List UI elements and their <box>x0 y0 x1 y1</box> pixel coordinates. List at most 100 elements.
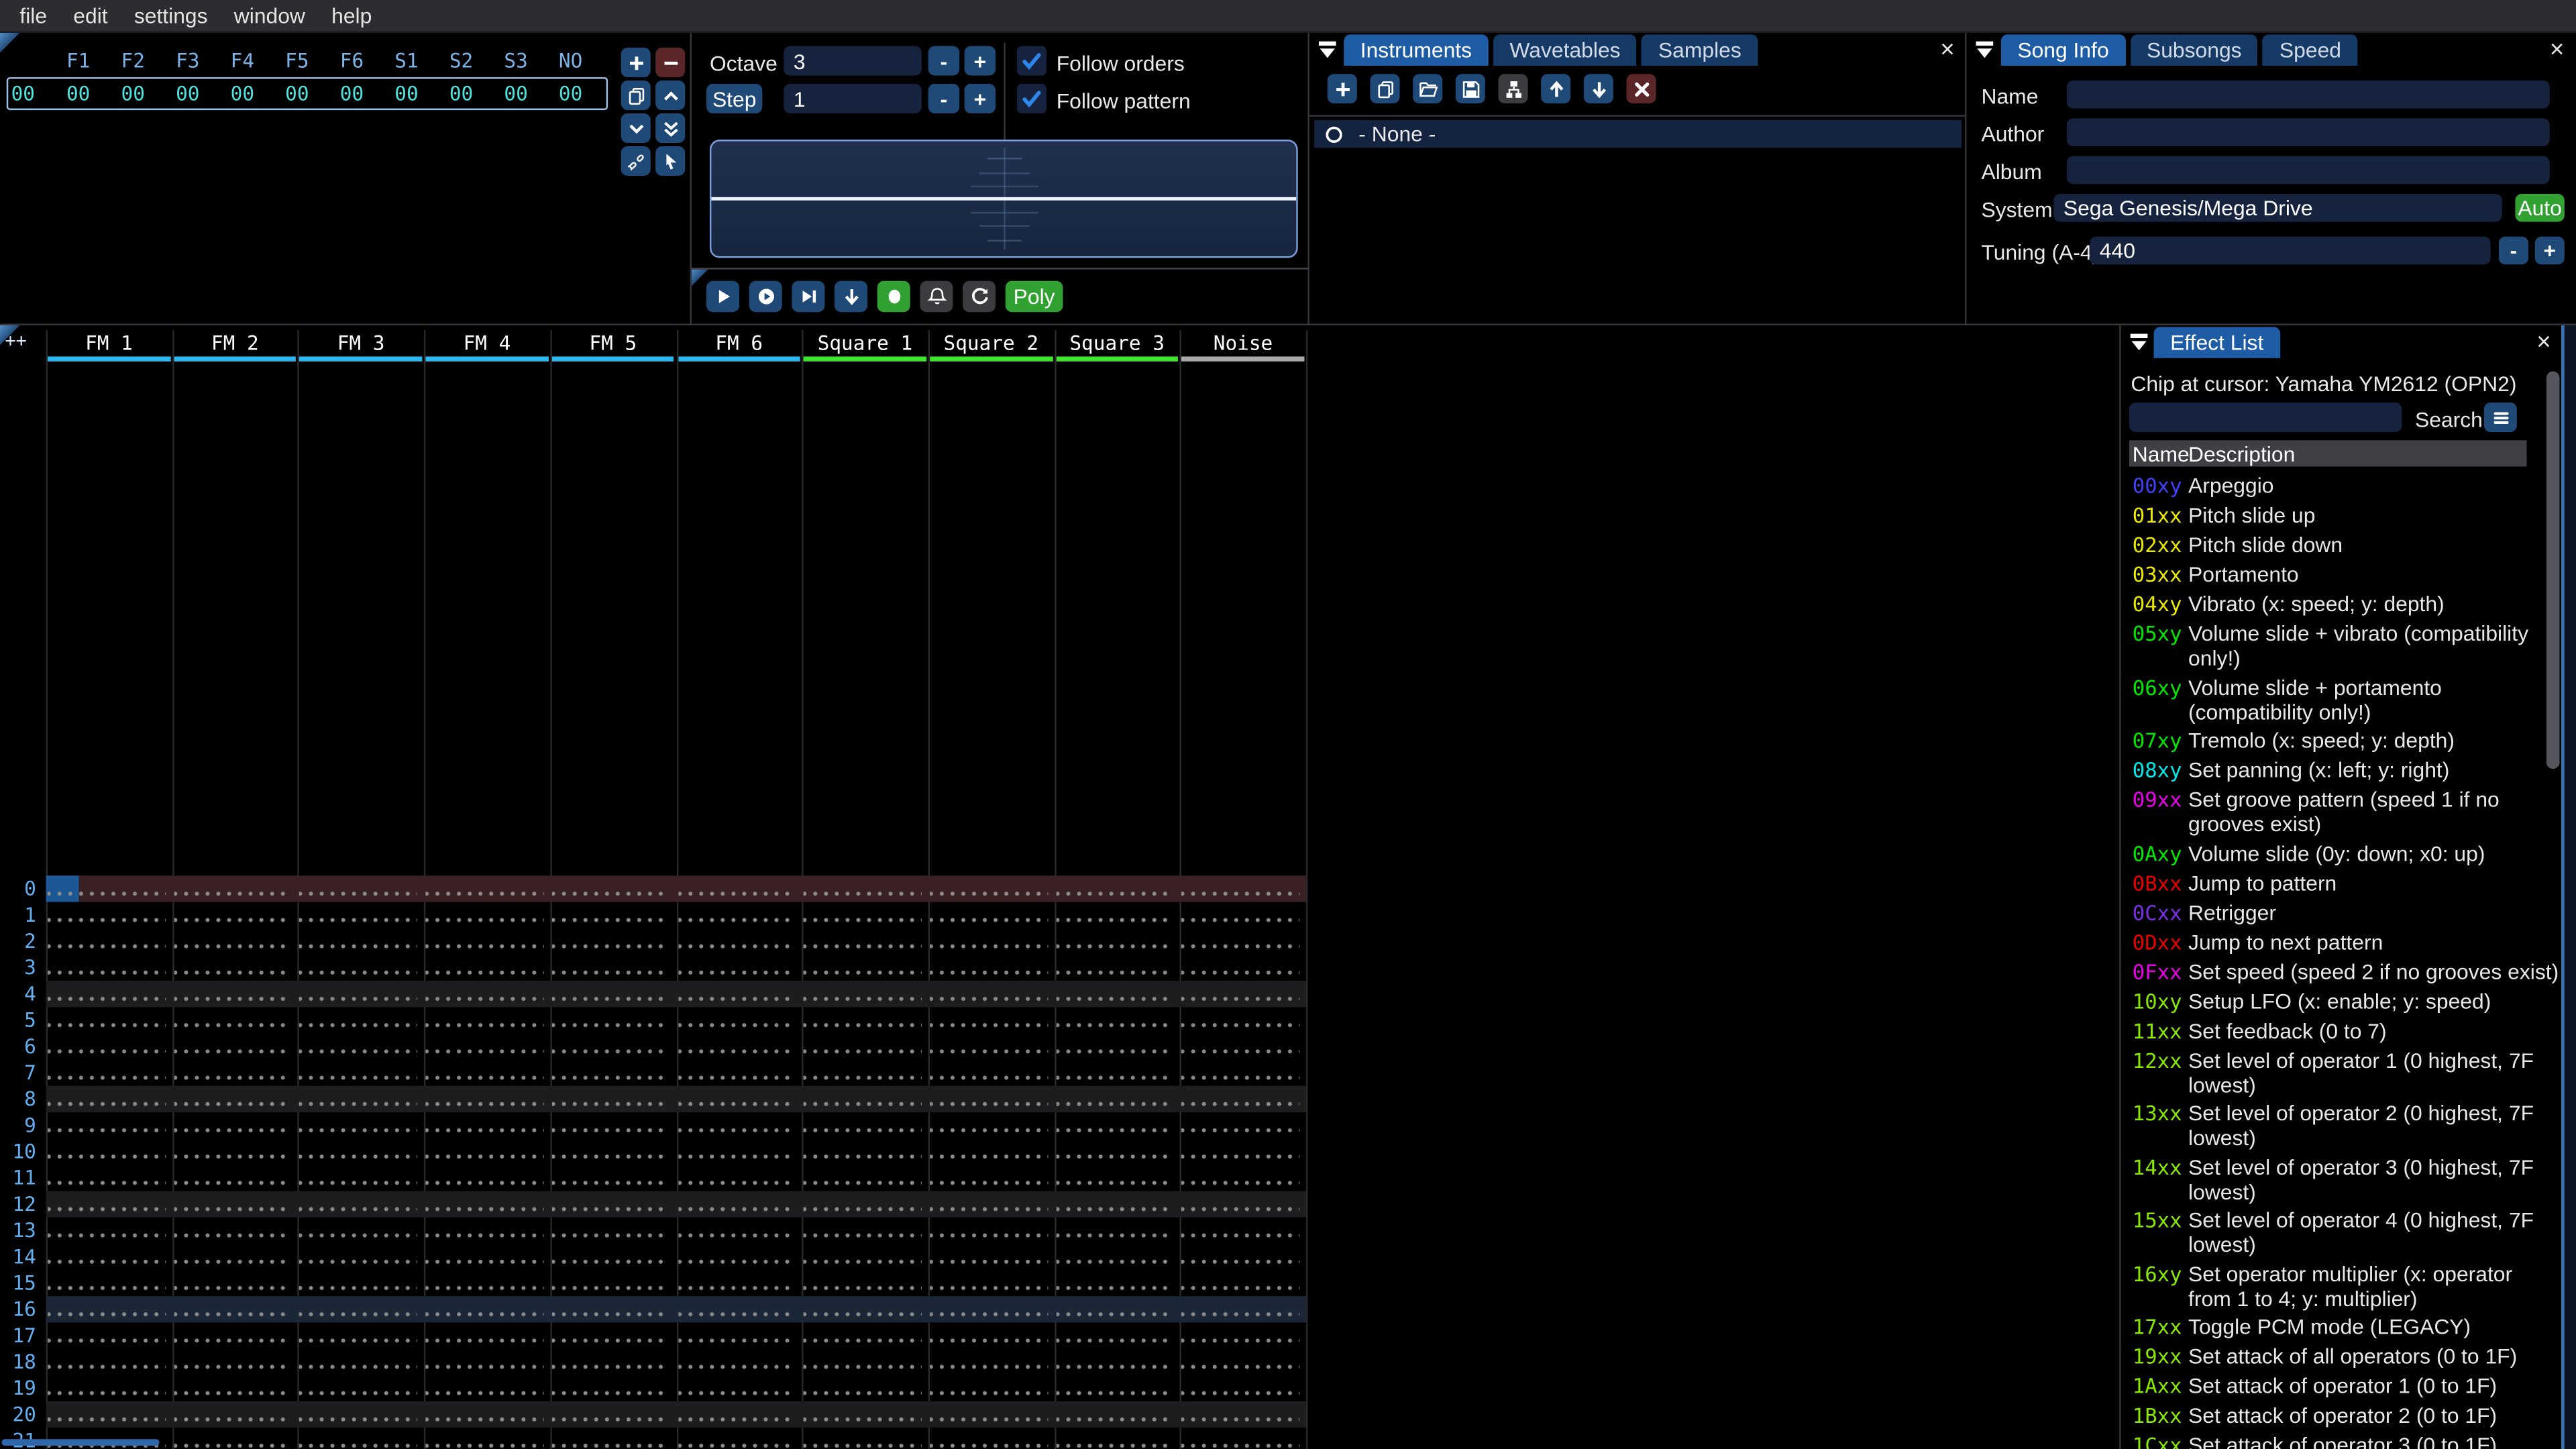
pattern-cell[interactable] <box>551 1375 669 1401</box>
menu-item-help[interactable]: help <box>319 0 385 32</box>
instrument-move-down-button[interactable] <box>1583 74 1613 104</box>
pattern-cell[interactable] <box>551 1428 669 1449</box>
close-icon[interactable]: × <box>2536 330 2551 355</box>
pattern-cell[interactable] <box>48 1085 166 1112</box>
tab-speed[interactable]: Speed <box>2263 34 2358 66</box>
pattern-row[interactable] <box>46 1322 1306 1349</box>
pattern-cell[interactable] <box>299 1428 418 1449</box>
pattern-cell[interactable] <box>551 1191 669 1218</box>
pattern-cell[interactable] <box>1055 1138 1174 1165</box>
edit-record-button[interactable] <box>877 280 910 313</box>
pattern-cell[interactable] <box>678 902 796 928</box>
pattern-row[interactable] <box>46 1243 1306 1271</box>
pattern-editor[interactable]: ++ FM 1 FM 2 FM 3 FM 4 FM 5 FM 6 Square 1 Squar… <box>0 325 2121 1449</box>
effect-row-10xy[interactable]: 10xy Setup LFO (x: enable; y: speed) <box>2129 987 2546 1016</box>
pattern-cell[interactable] <box>425 1191 544 1218</box>
effect-row-1Axx[interactable]: 1Axx Set attack of operator 1 (0 to 1F) <box>2129 1372 2546 1401</box>
pattern-cell[interactable] <box>929 1007 1048 1034</box>
pattern-cell[interactable] <box>678 1007 796 1034</box>
pattern-cell[interactable] <box>804 875 922 902</box>
pattern-cell[interactable] <box>299 1348 418 1375</box>
tuning-input[interactable] <box>2090 236 2491 265</box>
pattern-cell[interactable] <box>929 1112 1048 1139</box>
pattern-row[interactable] <box>46 1085 1306 1112</box>
octave-input[interactable] <box>784 46 922 76</box>
pattern-cell[interactable] <box>48 1270 166 1297</box>
pattern-cell[interactable] <box>804 1217 922 1244</box>
effect-search-input[interactable] <box>2129 402 2402 433</box>
pattern-cell[interactable] <box>173 1322 292 1349</box>
pattern-cell[interactable] <box>804 954 922 981</box>
pattern-cell[interactable] <box>1055 928 1174 955</box>
pattern-cell[interactable] <box>48 1296 166 1323</box>
pattern-cell[interactable] <box>929 1217 1048 1244</box>
effect-row-07xy[interactable]: 07xy Tremolo (x: speed; y: depth) <box>2129 726 2546 755</box>
repeat-pattern-button[interactable] <box>963 280 996 313</box>
pattern-cell[interactable] <box>551 1217 669 1244</box>
pattern-cell[interactable] <box>551 1007 669 1034</box>
follow-orders-checkbox[interactable] <box>1016 46 1047 76</box>
instrument-add-button[interactable] <box>1327 74 1357 104</box>
pattern-cell[interactable] <box>1181 1007 1300 1034</box>
effect-row-0Cxx[interactable]: 0Cxx Retrigger <box>2129 898 2546 927</box>
pattern-cell[interactable] <box>804 1401 922 1428</box>
pattern-cell[interactable] <box>425 928 544 955</box>
tab-instruments[interactable]: Instruments <box>1344 34 1489 66</box>
pattern-cell[interactable] <box>48 928 166 955</box>
collapse-arrow-icon[interactable] <box>1316 38 1339 60</box>
pattern-cell[interactable] <box>1181 902 1300 928</box>
effect-row-14xx[interactable]: 14xx Set level of operator 3 (0 highest, … <box>2129 1152 2546 1206</box>
pattern-cell[interactable] <box>804 1375 922 1401</box>
channel-header-square-1[interactable]: Square 1 <box>802 332 928 355</box>
pattern-cell[interactable] <box>804 1322 922 1349</box>
pattern-cell[interactable] <box>1181 1085 1300 1112</box>
pattern-cell[interactable] <box>804 1243 922 1271</box>
channel-header-noise[interactable]: Noise <box>1180 332 1306 355</box>
menu-item-edit[interactable]: edit <box>60 0 121 32</box>
step-increase-button[interactable]: + <box>964 83 996 113</box>
pattern-cell[interactable] <box>173 1243 292 1271</box>
effect-row-1Cxx[interactable]: 1Cxx Set attack of operator 3 (0 to 1F) <box>2129 1431 2546 1449</box>
pattern-cell[interactable] <box>804 1191 922 1218</box>
step-input[interactable] <box>784 83 922 113</box>
pattern-row[interactable] <box>46 875 1306 902</box>
pattern-cell[interactable] <box>425 1165 544 1191</box>
pattern-cell[interactable] <box>48 1322 166 1349</box>
pattern-row[interactable] <box>46 954 1306 981</box>
pattern-cell[interactable] <box>678 1270 796 1297</box>
pattern-cell[interactable] <box>929 1401 1048 1428</box>
pattern-cell[interactable] <box>678 1191 796 1218</box>
close-icon[interactable]: × <box>1940 38 1954 62</box>
pattern-cell[interactable] <box>929 875 1048 902</box>
pattern-cell[interactable] <box>48 1191 166 1218</box>
pattern-cell[interactable] <box>551 902 669 928</box>
pattern-cell[interactable] <box>1055 1217 1174 1244</box>
pattern-cell[interactable] <box>173 1375 292 1401</box>
pattern-row[interactable] <box>46 981 1306 1008</box>
order-cell[interactable]: 00 <box>379 82 434 105</box>
pattern-cell[interactable] <box>929 1296 1048 1323</box>
pattern-row[interactable] <box>46 1401 1306 1428</box>
tab-song-info[interactable]: Song Info <box>2000 34 2126 66</box>
tuning-decrease-button[interactable]: - <box>2498 236 2528 265</box>
pattern-cell[interactable] <box>551 954 669 981</box>
pattern-cell[interactable] <box>425 1217 544 1244</box>
step-decrease-button[interactable]: - <box>928 83 960 113</box>
pattern-cell[interactable] <box>678 1296 796 1323</box>
effect-row-04xy[interactable]: 04xy Vibrato (x: speed; y: depth) <box>2129 590 2546 619</box>
channel-header-fm-3[interactable]: FM 3 <box>298 332 424 355</box>
pattern-row[interactable] <box>46 1033 1306 1060</box>
pattern-cell[interactable] <box>48 1217 166 1244</box>
pattern-cell[interactable] <box>929 1165 1048 1191</box>
pattern-cell[interactable] <box>299 981 418 1008</box>
pattern-cell[interactable] <box>1181 1138 1300 1165</box>
pattern-cell[interactable] <box>929 1428 1048 1449</box>
instrument-open-button[interactable] <box>1413 74 1443 104</box>
pattern-row[interactable] <box>46 1191 1306 1218</box>
pattern-cell[interactable] <box>804 1033 922 1060</box>
pattern-cell[interactable] <box>48 1375 166 1401</box>
effect-row-00xy[interactable]: 00xy Arpeggio <box>2129 472 2546 501</box>
pattern-cell[interactable] <box>425 1428 544 1449</box>
pattern-cell[interactable] <box>425 1138 544 1165</box>
pattern-row[interactable] <box>46 1428 1306 1449</box>
